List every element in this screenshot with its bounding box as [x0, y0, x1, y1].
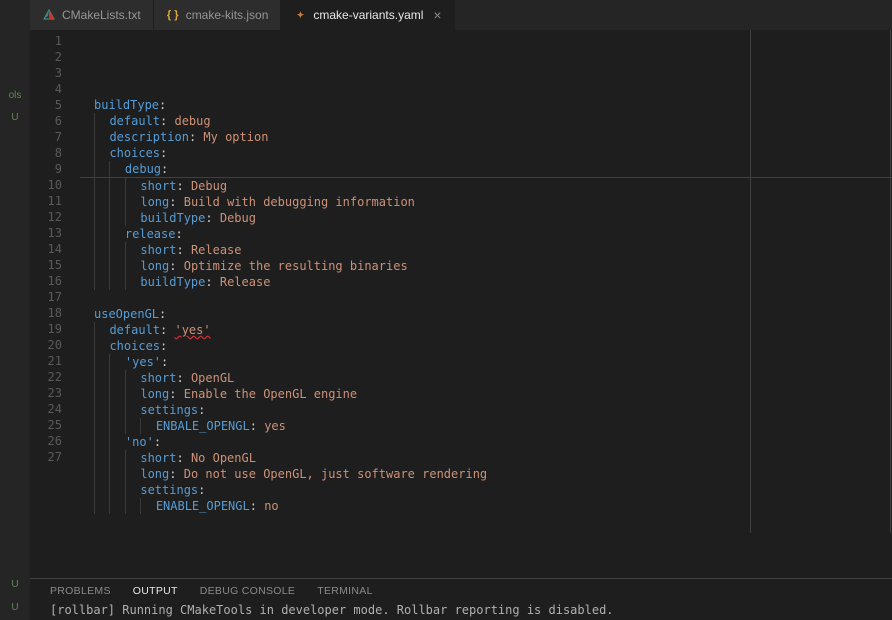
panel-tab-terminal[interactable]: TERMINAL [317, 585, 373, 597]
activity-item-u-bottom2[interactable]: U [3, 597, 28, 617]
tab-label: CMakeLists.txt [62, 8, 141, 22]
panel-tab-debug-console[interactable]: DEBUG CONSOLE [200, 585, 296, 597]
tab-label: cmake-kits.json [186, 8, 269, 22]
code-editor[interactable]: 1234567891011121314151617181920212223242… [30, 30, 892, 578]
panel-tab-problems[interactable]: PROBLEMS [50, 585, 111, 597]
cmake-file-icon [42, 8, 56, 22]
tab-label: cmake-variants.yaml [313, 8, 423, 22]
tab-bar: CMakeLists.txt { } cmake-kits.json ✦ cma… [30, 0, 892, 30]
panel-tab-bar: PROBLEMS OUTPUT DEBUG CONSOLE TERMINAL [30, 579, 892, 601]
panel-tab-output[interactable]: OUTPUT [133, 585, 178, 597]
close-icon[interactable]: × [433, 7, 441, 23]
tab-cmake-variants[interactable]: ✦ cmake-variants.yaml × [281, 0, 454, 30]
main-area: CMakeLists.txt { } cmake-kits.json ✦ cma… [30, 0, 892, 620]
activity-item-u[interactable]: U [3, 107, 28, 127]
activity-item[interactable]: ols [3, 85, 28, 105]
line-number-gutter: 1234567891011121314151617181920212223242… [30, 30, 80, 578]
activity-bar: ols U U U [0, 0, 30, 620]
yaml-file-icon: ✦ [293, 8, 307, 22]
tab-cmakelists[interactable]: CMakeLists.txt [30, 0, 154, 30]
output-content: [rollbar] Running CMakeTools in develope… [30, 601, 892, 619]
json-file-icon: { } [166, 8, 180, 22]
tab-cmake-kits[interactable]: { } cmake-kits.json [154, 0, 282, 30]
activity-item-u-bottom1[interactable]: U [3, 574, 28, 594]
bottom-panel: PROBLEMS OUTPUT DEBUG CONSOLE TERMINAL [… [30, 578, 892, 620]
code-content[interactable]: buildType: default: debug description: M… [80, 30, 892, 578]
